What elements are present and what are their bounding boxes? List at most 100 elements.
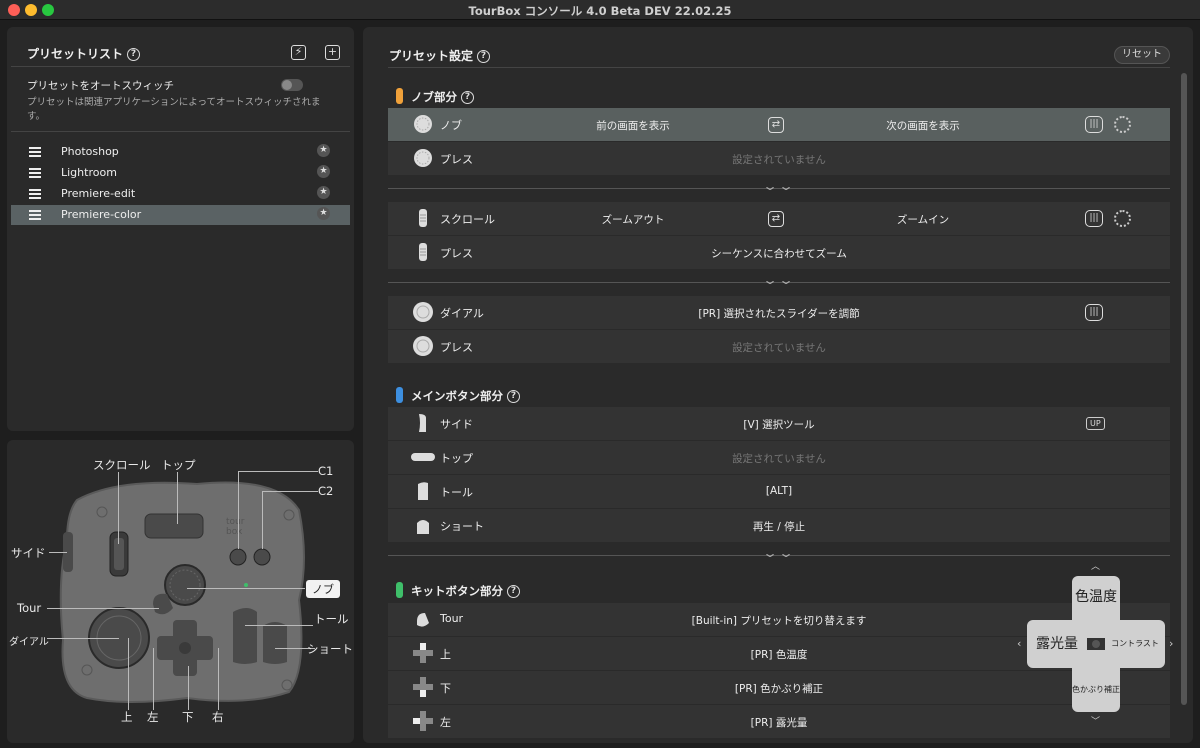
leader-line <box>218 648 219 710</box>
divider <box>11 66 350 67</box>
drag-handle-icon[interactable] <box>29 147 41 157</box>
section-color-mark <box>396 387 403 403</box>
setting-row-knob-press[interactable]: プレス 設定されていません <box>388 142 1170 175</box>
action-value[interactable]: 設定されていません <box>388 340 1170 355</box>
tourbox-device-image: tour box <box>59 481 305 703</box>
leader-line <box>177 472 178 524</box>
help-icon[interactable]: ? <box>507 585 520 598</box>
swap-icon[interactable]: ⇄ <box>768 117 784 133</box>
setting-row-scroll[interactable]: スクロール ズームアウト ⇄ ズームイン ||| <box>388 202 1170 235</box>
knob-section-title: ノブ部分 <box>411 90 457 104</box>
preset-item-lightroom[interactable]: Lightroom ★ <box>11 163 350 183</box>
setting-row-dial-press[interactable]: プレス 設定されていません <box>388 330 1170 363</box>
setting-row-tall[interactable]: トール [ALT] <box>388 475 1170 508</box>
chevron-left-icon[interactable]: ‹ <box>1017 637 1021 650</box>
action-value[interactable]: [V] 選択ツール <box>388 417 1170 432</box>
help-icon[interactable]: ? <box>461 91 474 104</box>
setting-row-scroll-press[interactable]: プレス シーケンスに合わせてズーム <box>388 236 1170 269</box>
drag-handle-icon[interactable] <box>29 168 41 178</box>
svg-text:box: box <box>226 527 243 537</box>
star-icon[interactable]: ★ <box>317 207 330 220</box>
row-name: ノブ <box>440 119 462 132</box>
chevron-down-icon[interactable]: ⌄⌄ <box>762 546 794 560</box>
help-icon[interactable]: ? <box>477 50 491 63</box>
section-color-mark <box>396 582 403 598</box>
preset-settings-title: プリセット設定 <box>389 49 474 63</box>
leader-line <box>118 472 119 544</box>
chevron-down-icon[interactable]: ⌄⌄ <box>762 273 794 287</box>
main-section-title: メインボタン部分 <box>411 389 503 403</box>
speed-icon[interactable] <box>1114 116 1131 133</box>
label-left: 左 <box>147 710 159 724</box>
preset-name: Photoshop <box>61 145 119 158</box>
action-value[interactable]: [PR] 選択されたスライダーを調節 <box>388 306 1170 321</box>
label-top: トップ <box>161 458 196 472</box>
setting-row-short[interactable]: ショート 再生 / 停止 <box>388 509 1170 542</box>
star-icon[interactable]: ★ <box>317 186 330 199</box>
preset-name: Lightroom <box>61 166 117 179</box>
haptic-icon[interactable]: ||| <box>1085 210 1103 227</box>
drag-handle-icon[interactable] <box>29 210 41 220</box>
action-right[interactable]: ズームイン <box>868 212 978 227</box>
action-left[interactable]: ズームアウト <box>578 212 688 227</box>
up-badge[interactable]: UP <box>1086 417 1105 430</box>
star-icon[interactable]: ★ <box>317 165 330 178</box>
label-scroll: スクロール <box>93 458 151 472</box>
preset-item-premiere-edit[interactable]: Premiere-edit ★ <box>11 184 350 204</box>
dpad-overlay-bottom[interactable]: 色かぶり補正 <box>1072 650 1120 712</box>
leader-line <box>153 648 154 710</box>
scrollbar[interactable] <box>1181 73 1187 705</box>
action-right[interactable]: 次の画面を表示 <box>868 118 978 133</box>
leader-line <box>245 625 313 626</box>
chevron-up-icon[interactable]: ︿ <box>1091 559 1100 572</box>
action-value[interactable]: [ALT] <box>388 485 1170 497</box>
label-up: 上 <box>121 710 133 724</box>
action-left[interactable]: 前の画面を表示 <box>578 118 688 133</box>
knob-icon <box>414 115 432 133</box>
auto-switch-toggle[interactable] <box>281 79 303 91</box>
leader-line <box>187 588 305 589</box>
help-icon[interactable]: ? <box>127 48 141 61</box>
chevron-down-icon[interactable]: ⌄⌄ <box>762 179 794 193</box>
label-down: 下 <box>182 710 194 724</box>
dpad-overlay: ︿ 色温度 露光量 コントラスト 色かぶり補正 ‹ › ﹀ <box>1017 557 1173 743</box>
haptic-icon[interactable]: ||| <box>1085 116 1103 133</box>
section-color-mark <box>396 88 403 104</box>
scroll-wheel-icon <box>419 209 427 227</box>
star-icon[interactable]: ★ <box>317 144 330 157</box>
setting-row-dial[interactable]: ダイアル [PR] 選択されたスライダーを調節 ||| <box>388 296 1170 329</box>
speed-icon[interactable] <box>1114 210 1131 227</box>
label-knob-badge: ノブ <box>306 580 340 598</box>
label-right: 右 <box>212 710 224 724</box>
action-value[interactable]: 再生 / 停止 <box>388 519 1170 534</box>
label-c1: C1 <box>318 464 334 478</box>
auto-switch-label: プリセットをオートスウィッチ <box>27 80 174 92</box>
haptic-icon[interactable]: ||| <box>1085 304 1103 321</box>
label-short: ショート <box>307 642 353 656</box>
preset-settings-header: プリセット設定? <box>389 47 491 64</box>
preset-item-premiere-color[interactable]: Premiere-color ★ <box>11 205 350 225</box>
chevron-down-icon[interactable]: ﹀ <box>1091 714 1100 727</box>
setting-row-knob[interactable]: ノブ 前の画面を表示 ⇄ 次の画面を表示 ||| <box>388 108 1170 141</box>
setting-row-side[interactable]: サイド [V] 選択ツール UP <box>388 407 1170 440</box>
help-icon[interactable]: ? <box>507 390 520 403</box>
action-value[interactable]: 設定されていません <box>388 451 1170 466</box>
add-preset-icon[interactable]: + <box>325 45 340 60</box>
label-side: サイド <box>11 546 46 560</box>
import-preset-icon[interactable]: ⚡ <box>291 45 306 60</box>
preset-item-photoshop[interactable]: Photoshop ★ <box>11 142 350 162</box>
row-name: スクロール <box>440 213 495 226</box>
preset-name: Premiere-edit <box>61 187 136 200</box>
label-tall: トール <box>314 612 349 626</box>
label-dial: ダイアル <box>9 637 49 648</box>
leader-line <box>238 471 318 472</box>
chevron-right-icon[interactable]: › <box>1169 637 1173 650</box>
drag-handle-icon[interactable] <box>29 189 41 199</box>
swap-icon[interactable]: ⇄ <box>768 211 784 227</box>
knob-section-header: ノブ部分? <box>411 89 474 105</box>
setting-row-top[interactable]: トップ 設定されていません <box>388 441 1170 474</box>
reset-button[interactable]: リセット <box>1114 46 1170 64</box>
action-value[interactable]: シーケンスに合わせてズーム <box>388 246 1170 261</box>
action-value[interactable]: 設定されていません <box>388 152 1170 167</box>
svg-text:tour: tour <box>226 517 245 527</box>
